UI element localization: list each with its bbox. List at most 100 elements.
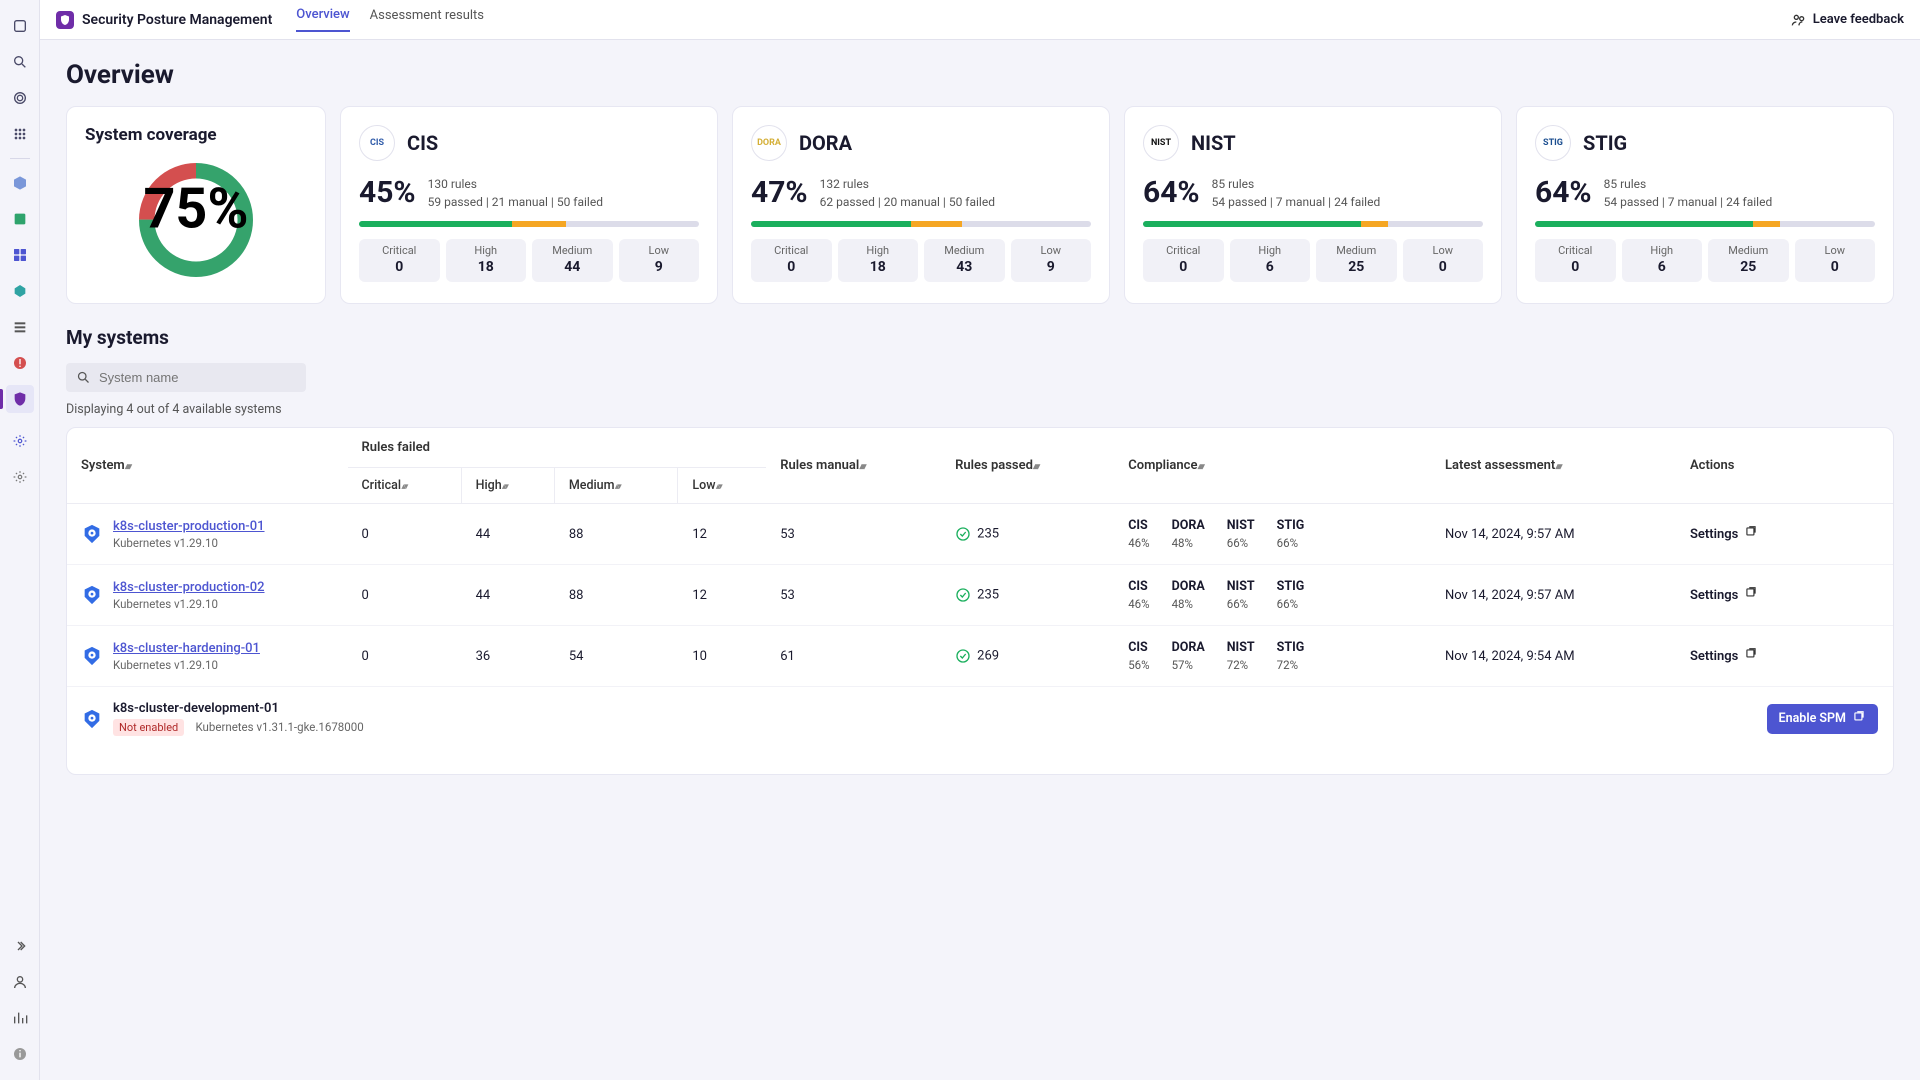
framework-name: STIG — [1583, 131, 1627, 155]
topbar: Security Posture Management Overview Ass… — [40, 0, 1920, 40]
framework-summary: 85 rules54 passed | 7 manual | 24 failed — [1604, 175, 1773, 211]
system-meta: Kubernetes v1.31.1-gke.1678000 — [195, 720, 363, 734]
cell-manual: 53 — [766, 504, 941, 565]
cell-low: 12 — [678, 504, 766, 565]
feedback-icon — [1791, 12, 1807, 28]
nav-user-icon[interactable] — [6, 968, 34, 996]
system-name-link[interactable]: k8s-cluster-production-02 — [113, 580, 265, 595]
nav-grid-icon[interactable] — [6, 241, 34, 269]
sev-chip-high: High 18 — [446, 239, 527, 282]
framework-pct: 64% — [1143, 175, 1200, 210]
framework-name: CIS — [407, 131, 438, 155]
nav-gear-small-icon[interactable] — [6, 427, 34, 455]
col-compliance[interactable]: Compliance — [1114, 428, 1431, 504]
nav-gear2-icon[interactable] — [6, 463, 34, 491]
breadcrumb-title[interactable]: Security Posture Management — [82, 12, 272, 28]
col-latest[interactable]: Latest assessment — [1430, 428, 1675, 504]
nav-expand-icon[interactable] — [6, 932, 34, 960]
settings-button[interactable]: Settings — [1690, 647, 1878, 665]
framework-logo-dora: DORA — [751, 125, 787, 161]
card-framework-nist: NIST NIST 64% 85 rules54 passed | 7 manu… — [1124, 106, 1502, 304]
framework-logo-nist: NIST — [1143, 125, 1179, 161]
cell-high: 36 — [461, 626, 554, 687]
settings-button[interactable]: Settings — [1690, 525, 1878, 543]
sev-chip-high: High 6 — [1230, 239, 1311, 282]
sev-chip-low: Low 9 — [619, 239, 700, 282]
nav-shield-icon[interactable] — [6, 385, 34, 413]
system-name-disabled: k8s-cluster-development-01 — [113, 701, 364, 716]
nav-cube-icon[interactable] — [6, 169, 34, 197]
system-meta: Kubernetes v1.29.10 — [113, 536, 265, 550]
search-container — [66, 363, 306, 392]
nav-search-icon[interactable] — [6, 48, 34, 76]
system-name-link[interactable]: k8s-cluster-hardening-01 — [113, 641, 260, 656]
compliance-item: STIG66% — [1277, 518, 1305, 550]
settings-button[interactable]: Settings — [1690, 586, 1878, 604]
col-low[interactable]: Low — [678, 468, 766, 504]
nav-info-icon[interactable] — [6, 1040, 34, 1068]
compliance-item: NIST66% — [1227, 518, 1255, 550]
search-input[interactable] — [99, 370, 296, 385]
sev-chip-medium: Medium 25 — [1708, 239, 1789, 282]
popout-icon — [1744, 525, 1758, 543]
cell-latest: Nov 14, 2024, 9:57 AM — [1430, 504, 1675, 565]
enable-spm-button[interactable]: Enable SPM — [1767, 704, 1878, 734]
framework-logo-cis: CIS — [359, 125, 395, 161]
sev-chip-low: Low 0 — [1795, 239, 1876, 282]
cell-compliance: CIS46% DORA48% NIST66% STIG66% — [1114, 565, 1431, 626]
tab-overview[interactable]: Overview — [296, 7, 349, 32]
sev-chip-critical: Critical 0 — [1535, 239, 1616, 282]
framework-progress-bar — [1535, 221, 1875, 227]
compliance-item: CIS46% — [1128, 518, 1149, 550]
cell-compliance: CIS56% DORA57% NIST72% STIG72% — [1114, 626, 1431, 687]
col-critical[interactable]: Critical — [347, 468, 461, 504]
col-high[interactable]: High — [461, 468, 554, 504]
cell-compliance: CIS46% DORA48% NIST66% STIG66% — [1114, 504, 1431, 565]
card-framework-dora: DORA DORA 47% 132 rules62 passed | 20 ma… — [732, 106, 1110, 304]
sidebar-nav — [0, 0, 40, 1080]
sev-chip-high: High 6 — [1622, 239, 1703, 282]
nav-stats-icon[interactable] — [6, 1004, 34, 1032]
col-rules-failed: Rules failed — [347, 428, 766, 468]
cell-low: 10 — [678, 626, 766, 687]
system-meta: Kubernetes v1.29.10 — [113, 658, 260, 672]
section-title-my-systems: My systems — [66, 326, 1894, 349]
cell-passed: 269 — [941, 626, 1114, 687]
tab-assessment-results[interactable]: Assessment results — [370, 8, 484, 31]
nav-radar-icon[interactable] — [6, 84, 34, 112]
compliance-item: STIG72% — [1277, 640, 1305, 672]
popout-icon — [1744, 647, 1758, 665]
system-name-link[interactable]: k8s-cluster-production-01 — [113, 519, 265, 534]
framework-pct: 64% — [1535, 175, 1592, 210]
kubernetes-icon — [81, 584, 103, 606]
col-rules-manual[interactable]: Rules manual — [766, 428, 941, 504]
cell-manual: 53 — [766, 565, 941, 626]
system-meta: Kubernetes v1.29.10 — [113, 597, 265, 611]
framework-pct: 45% — [359, 175, 416, 210]
cell-passed: 235 — [941, 504, 1114, 565]
nav-home-icon[interactable] — [6, 12, 34, 40]
cell-manual: 61 — [766, 626, 941, 687]
nav-apps-icon[interactable] — [6, 120, 34, 148]
leave-feedback-button[interactable]: Leave feedback — [1791, 12, 1904, 28]
cell-critical: 0 — [347, 565, 461, 626]
col-rules-passed[interactable]: Rules passed — [941, 428, 1114, 504]
nav-db-icon[interactable] — [6, 205, 34, 233]
framework-progress-bar — [751, 221, 1091, 227]
page-title: Overview — [66, 60, 1894, 90]
framework-pct: 47% — [751, 175, 808, 210]
nav-cloud-icon[interactable] — [6, 277, 34, 305]
cell-medium: 88 — [554, 565, 678, 626]
framework-progress-bar — [1143, 221, 1483, 227]
compliance-item: NIST66% — [1227, 579, 1255, 611]
col-actions: Actions — [1675, 428, 1892, 504]
card-framework-stig: STIG STIG 64% 85 rules54 passed | 7 manu… — [1516, 106, 1894, 304]
sev-chip-low: Low 9 — [1011, 239, 1092, 282]
sev-chip-critical: Critical 0 — [751, 239, 832, 282]
card-title-coverage: System coverage — [85, 125, 307, 145]
col-system[interactable]: System — [67, 428, 347, 504]
nav-list-icon[interactable] — [6, 313, 34, 341]
nav-alert-icon[interactable] — [6, 349, 34, 377]
col-medium[interactable]: Medium — [554, 468, 678, 504]
framework-summary: 85 rules54 passed | 7 manual | 24 failed — [1212, 175, 1381, 211]
